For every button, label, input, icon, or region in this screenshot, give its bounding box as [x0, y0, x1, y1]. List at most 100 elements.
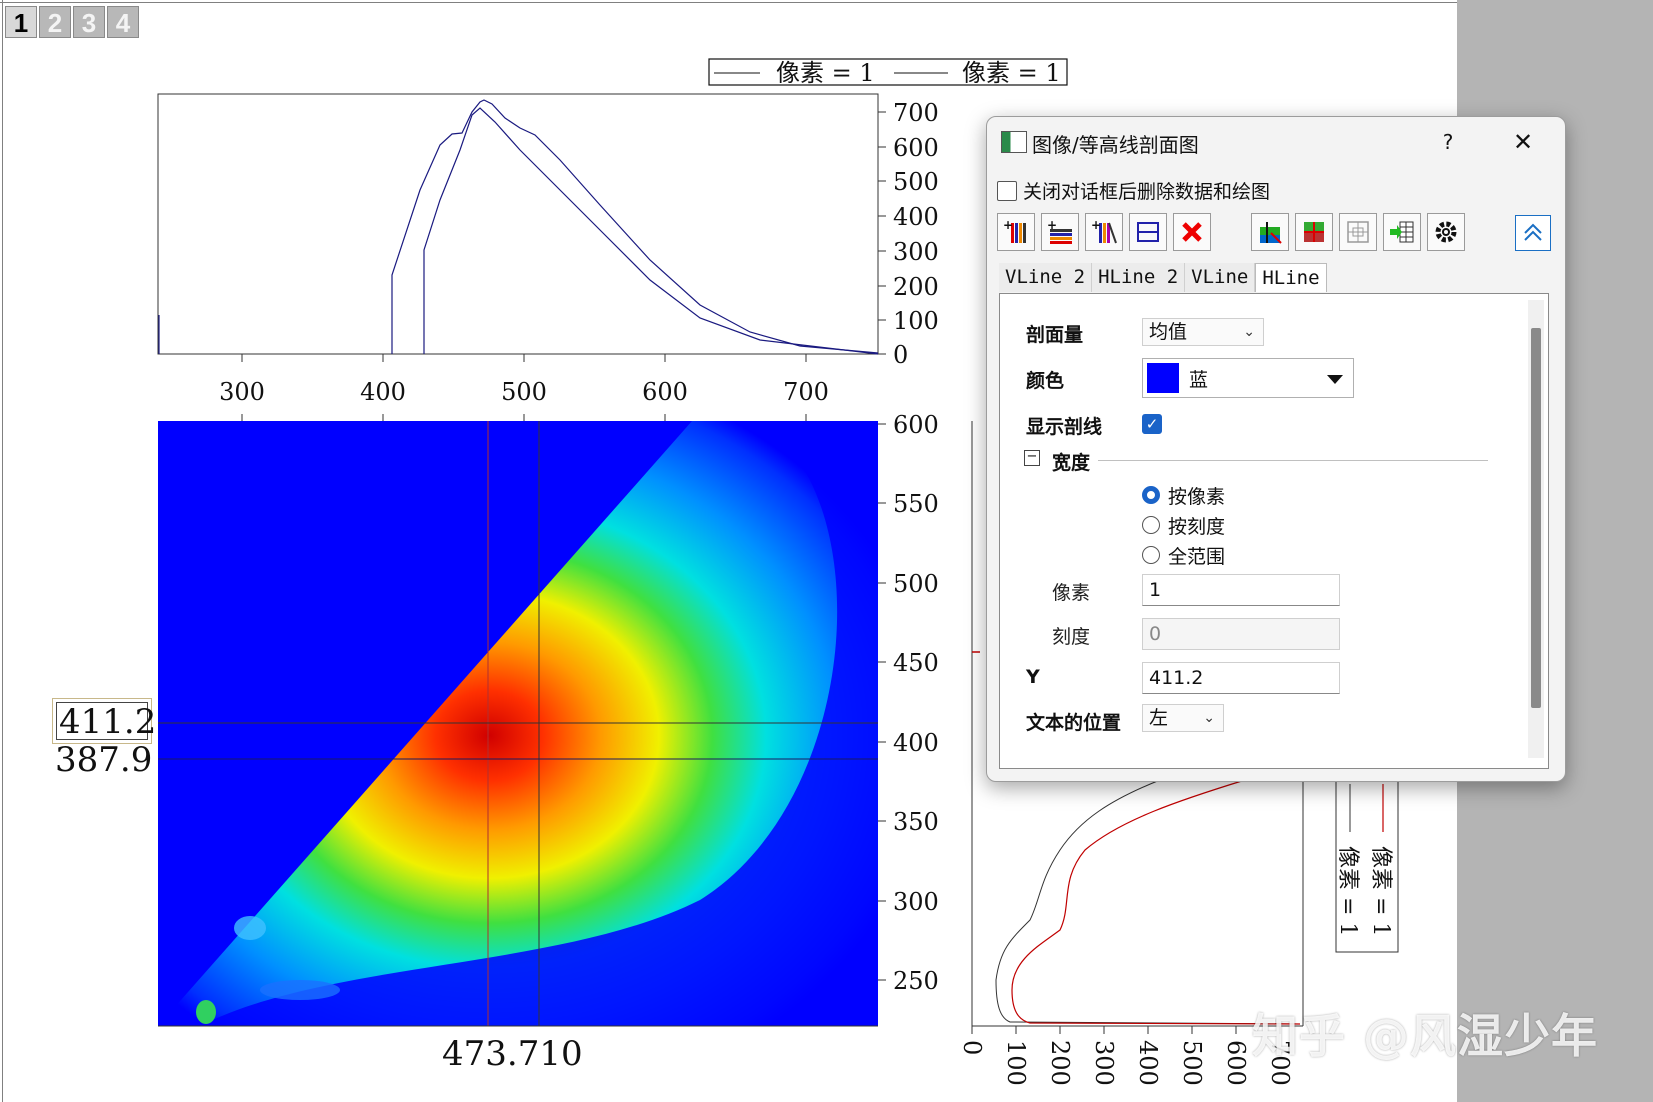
x-tick-label: 0 — [958, 1040, 986, 1055]
image-profile-icon — [1260, 222, 1282, 244]
svg-text:+: + — [1047, 219, 1057, 232]
y-input[interactable]: 411.2 — [1142, 662, 1340, 694]
color-value: 蓝 — [1189, 369, 1209, 391]
contour-plot[interactable]: 600 550 500 450 400 350 300 250 — [158, 411, 939, 1027]
radio-by-scale-label[interactable]: 按刻度 — [1168, 512, 1225, 539]
profile-quantity-value: 均值 — [1149, 321, 1188, 343]
y-value-label: 411.2 — [56, 702, 156, 741]
show-profile-checkbox[interactable]: ✓ — [1142, 414, 1162, 434]
scrollbar-thumb[interactable] — [1531, 328, 1541, 708]
dialog-app-icon — [1001, 131, 1027, 153]
shared-x-ticks — [241, 414, 807, 421]
panel-scrollbar[interactable] — [1528, 300, 1544, 758]
crosshair-button[interactable] — [1295, 213, 1333, 251]
dropdown-arrow-icon — [1327, 375, 1343, 384]
chevron-down-icon: ⌄ — [1243, 324, 1255, 340]
delete-on-close-checkbox-row[interactable]: 关闭对话框后删除数据和绘图 — [997, 177, 1270, 204]
x-tick-label: 500 — [1178, 1040, 1206, 1086]
top-legend[interactable]: 像素 = 1 像素 = 1 — [708, 58, 1068, 87]
collapse-button[interactable] — [1515, 215, 1551, 251]
profile-dialog: 图像/等高线剖面图 ? ✕ 关闭对话框后删除数据和绘图 + + + VLine … — [986, 116, 1566, 782]
radio-full-range-label[interactable]: 全范围 — [1168, 542, 1225, 569]
dialog-toolbar: + + + — [997, 213, 1471, 251]
text-position-select[interactable]: 左 ⌄ — [1142, 704, 1224, 732]
color-swatch — [1147, 363, 1179, 393]
top-profile-plot[interactable]: 700 600 500 400 300 200 100 0 300 400 50… — [157, 93, 939, 421]
contour-y-tick-labels: 600 550 500 450 400 350 300 250 — [893, 411, 939, 995]
horizontal-split-button[interactable] — [1129, 213, 1167, 251]
legend-entry: 像素 = 1 — [962, 59, 1061, 87]
y-tick-label: 350 — [893, 808, 939, 836]
y-tick-label: 450 — [893, 649, 939, 677]
x-tick-label: 200 — [1046, 1040, 1074, 1086]
y-tick-label: 300 — [893, 238, 939, 266]
top-plot-x-tick-labels: 300 400 500 600 700 — [219, 378, 829, 406]
scale-label: 刻度 — [1052, 626, 1091, 648]
pixel-input[interactable]: 1 — [1142, 574, 1340, 606]
show-profile-label: 显示剖线 — [1026, 416, 1103, 438]
y-tick-label: 250 — [893, 967, 939, 995]
image-profile-button[interactable] — [1251, 213, 1289, 251]
add-hline-button[interactable]: + — [1041, 213, 1079, 251]
y-label: Y — [1026, 666, 1040, 688]
collapse-group-icon[interactable]: − — [1024, 450, 1040, 466]
y-tick-label: 400 — [893, 203, 939, 231]
y-value-label-2: 387.9 — [55, 740, 153, 780]
export-table-button[interactable] — [1383, 213, 1421, 251]
radio-by-scale[interactable] — [1142, 516, 1160, 534]
crosshair-icon — [1304, 222, 1324, 242]
delete-on-close-checkbox[interactable] — [997, 180, 1017, 201]
right-legend[interactable]: 像素 = 1 像素 = 1 — [1335, 779, 1399, 953]
y-tick-label: 400 — [893, 729, 939, 757]
delete-icon — [1182, 222, 1202, 242]
x-tick-label: 400 — [1134, 1040, 1162, 1086]
radio-full-range[interactable] — [1142, 546, 1160, 564]
color-select[interactable]: 蓝 — [1142, 358, 1354, 398]
svg-text:+: + — [1091, 219, 1101, 232]
grid-button[interactable] — [1339, 213, 1377, 251]
x-tick-label: 100 — [1002, 1040, 1030, 1086]
delete-on-close-label: 关闭对话框后删除数据和绘图 — [1023, 181, 1271, 203]
properties-panel: 剖面量 均值 ⌄ 颜色 蓝 显示剖线 ✓ − 宽度 按像素 按刻度 全范围 像素… — [999, 293, 1549, 769]
add-arbitrary-line-button[interactable]: + — [1085, 213, 1123, 251]
profile-curve — [995, 779, 1301, 1025]
add-vline-button[interactable]: + — [997, 213, 1035, 251]
right-plot-x-tick-labels: 0 100 200 300 400 500 600 700 — [958, 1040, 1294, 1086]
y-tick-label: 600 — [893, 411, 939, 439]
x-tick-label: 400 — [360, 378, 406, 406]
scale-input: 0 — [1142, 618, 1340, 650]
radio-by-pixel[interactable] — [1142, 486, 1160, 504]
svg-text:+: + — [1003, 219, 1013, 232]
y-value-label-box[interactable]: 411.2 — [52, 698, 156, 744]
y-tick-label: 600 — [893, 134, 939, 162]
add-arbitrary-line-icon: + — [1091, 219, 1117, 244]
y-tick-label: 550 — [893, 490, 939, 518]
profile-quantity-label: 剖面量 — [1026, 324, 1084, 346]
chevron-down-icon: ⌄ — [1203, 710, 1215, 726]
grid-icon — [1347, 221, 1369, 243]
tab-vline[interactable]: VLine — [1185, 263, 1256, 292]
settings-button[interactable] — [1427, 213, 1465, 251]
delete-button[interactable] — [1173, 213, 1211, 251]
toolbar-gap — [1217, 213, 1251, 251]
y-tick-label: 700 — [893, 99, 939, 127]
help-button[interactable]: ? — [1433, 127, 1463, 157]
top-plot-y-tick-labels: 700 600 500 400 300 200 100 0 — [893, 99, 939, 369]
radio-by-pixel-label[interactable]: 按像素 — [1168, 482, 1225, 509]
x-value-label: 473.710 — [442, 1034, 583, 1074]
y-tick-label: 500 — [893, 168, 939, 196]
legend-entry: 像素 = 1 — [776, 59, 875, 87]
tab-hline[interactable]: HLine — [1255, 263, 1327, 292]
profile-quantity-select[interactable]: 均值 ⌄ — [1142, 318, 1264, 346]
x-tick-label: 600 — [642, 378, 688, 406]
width-group-label: 宽度 — [1052, 452, 1091, 474]
contour-y-ticks — [878, 423, 886, 981]
tab-vline-2[interactable]: VLine 2 — [999, 263, 1093, 292]
text-position-value: 左 — [1149, 707, 1169, 729]
pixel-label: 像素 — [1052, 582, 1091, 604]
tab-hline-2[interactable]: HLine 2 — [1092, 263, 1186, 292]
legend-entry: 像素 = 1 — [1335, 846, 1360, 936]
close-button[interactable]: ✕ — [1505, 125, 1541, 159]
x-tick-label: 300 — [219, 378, 265, 406]
dialog-titlebar[interactable]: 图像/等高线剖面图 ? ✕ — [987, 117, 1565, 167]
